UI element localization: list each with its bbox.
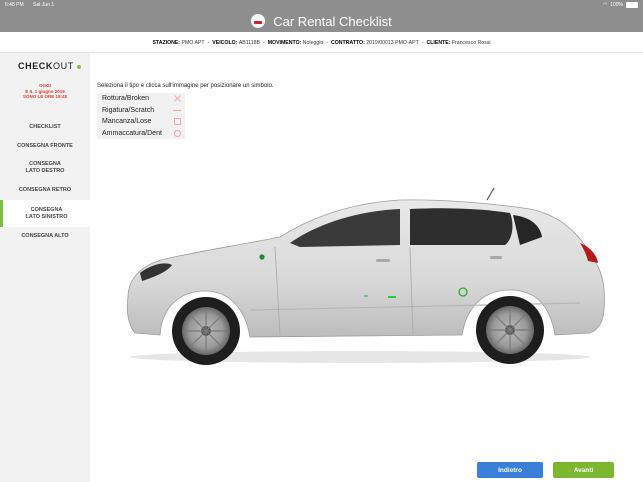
damage-type-lose[interactable]: Mancanza/Lose bbox=[97, 116, 185, 128]
vehicle-value: AB1118B bbox=[238, 40, 260, 46]
damage-type-scratch[interactable]: Rigatura/Scratch bbox=[97, 105, 185, 117]
damage-type-dent[interactable]: Ammaccatura/Dent bbox=[97, 128, 185, 140]
next-button[interactable]: Avanti bbox=[553, 462, 614, 478]
square-icon bbox=[174, 118, 181, 126]
customer-value: Francesco Rossi bbox=[451, 40, 491, 46]
sidebar-item-consegna-fronte[interactable]: CONSEGNA FRONTE bbox=[0, 139, 90, 153]
vehicle-label: VEICOLO: bbox=[212, 40, 238, 46]
movement-label: MOVIMENTO: bbox=[267, 40, 302, 46]
status-time: 6:48 PM bbox=[5, 2, 24, 8]
x-icon bbox=[173, 95, 181, 103]
instruction-text: Seleziona il tipo e clicca sull'immagine… bbox=[97, 83, 274, 89]
battery-icon bbox=[626, 2, 638, 8]
status-bar: 6:48 PM Sat Jun 1 ◠ 100% bbox=[0, 0, 643, 10]
sidebar-item-checklist[interactable]: CHECKLIST bbox=[0, 120, 90, 134]
movement-value: Noleggio bbox=[302, 40, 324, 46]
rental-info-bar: STAZIONE: PMO APT - VEICOLO: AB1118B - M… bbox=[152, 40, 491, 46]
damage-type-broken[interactable]: Rottura/Broken bbox=[97, 93, 185, 105]
contract-value: 2019/00013 PMO-APT bbox=[366, 40, 419, 46]
station-label: STAZIONE: bbox=[152, 40, 181, 46]
back-button[interactable]: Indietro bbox=[477, 462, 543, 478]
battery-percent: 100% bbox=[610, 2, 623, 8]
wifi-icon: ◠ bbox=[602, 2, 608, 8]
customer-label: CLIENTE: bbox=[426, 40, 451, 46]
sidebar bbox=[0, 53, 90, 482]
status-dot-icon bbox=[76, 64, 81, 69]
date-note: OGGI È IL 1 giugno 2019 SONO LE ORE 18:4… bbox=[22, 83, 67, 99]
app-logo-icon bbox=[251, 14, 266, 28]
damage-type-legend: Rottura/Broken Rigatura/Scratch Mancanza… bbox=[97, 93, 185, 139]
status-date: Sat Jun 1 bbox=[33, 2, 55, 8]
header-divider bbox=[0, 52, 643, 53]
car-left-side-image[interactable] bbox=[110, 185, 610, 375]
app-title: Car Rental Checklist bbox=[273, 13, 392, 29]
sidebar-item-consegna-lato-sinistro[interactable]: CONSEGNA LATO SINISTRO bbox=[0, 200, 90, 227]
line-icon bbox=[173, 106, 181, 114]
circle-icon bbox=[174, 129, 181, 137]
contract-label: CONTRATTO: bbox=[331, 40, 365, 46]
sidebar-item-consegna-retro[interactable]: CONSEGNA RETRO bbox=[0, 183, 90, 197]
sidebar-item-consegna-alto[interactable]: CONSEGNA ALTO bbox=[0, 229, 90, 243]
station-value: PMO APT bbox=[181, 40, 205, 46]
checkout-title: CHECKOUT bbox=[18, 61, 81, 71]
sidebar-item-consegna-lato-destro[interactable]: CONSEGNA LATO DESTRO bbox=[0, 157, 90, 179]
title-bar: Car Rental Checklist bbox=[0, 10, 643, 32]
